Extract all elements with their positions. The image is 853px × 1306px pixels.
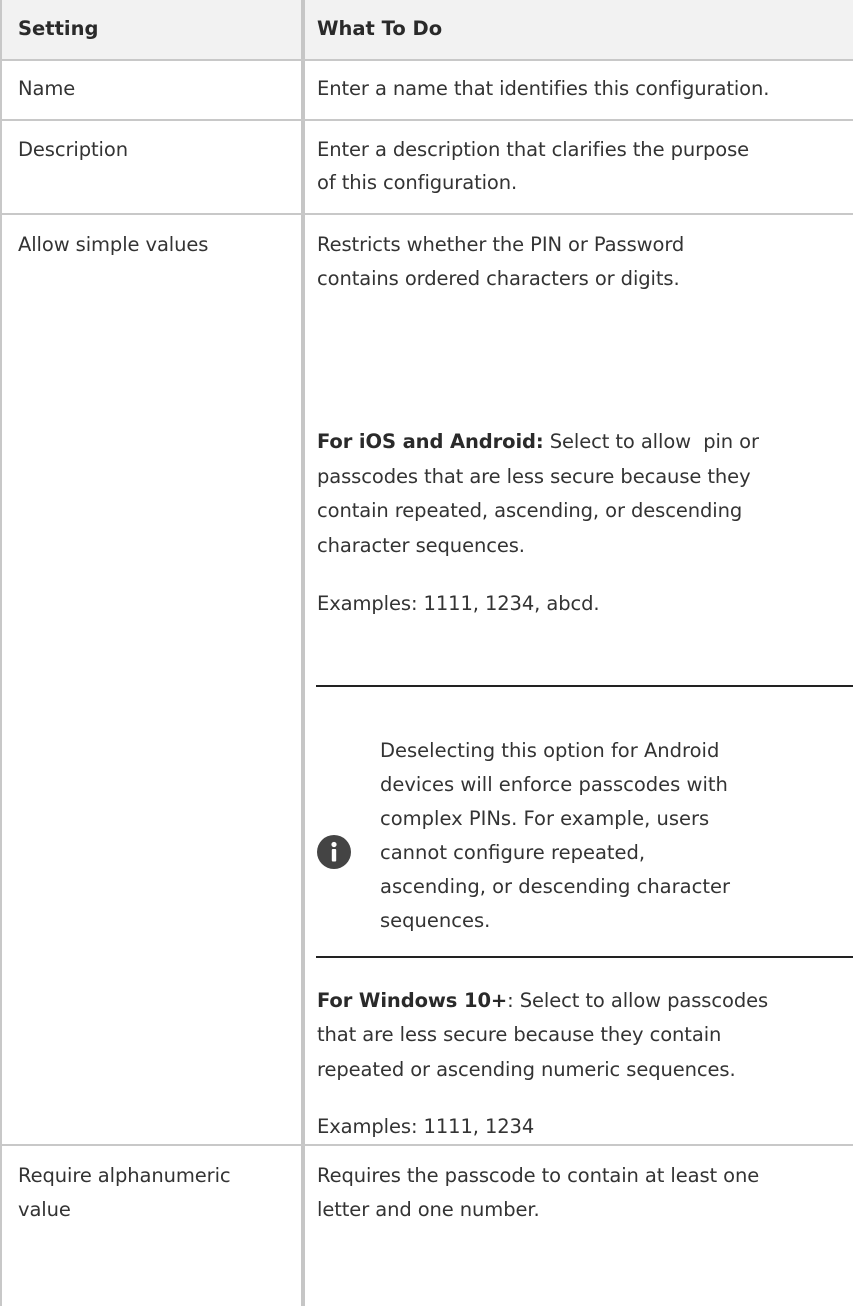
intro-line-2: contains ordered characters or digits. — [317, 267, 680, 290]
setting-name: Name — [18, 77, 76, 100]
note-line-2: devices will enforce passcodes with — [380, 773, 728, 796]
ios-android-text-line-2: passcodes that are less secure because t… — [317, 465, 751, 488]
windows-examples: Examples: 1111, 1234 — [317, 1115, 535, 1138]
ios-android-text-line-1: Select to allow pin or — [543, 430, 759, 453]
intro-line-1: Restricts whether the PIN or Password — [317, 233, 685, 256]
ios-android-label: For iOS and Android: — [317, 430, 544, 453]
note-line-1: Deselecting this option for Android — [380, 739, 720, 762]
ios-android-text-line-3: contain repeated, ascending, or descendi… — [317, 499, 743, 522]
table-left-border — [0, 0, 2, 1306]
row-divider-2 — [0, 213, 853, 215]
windows-text-line-2: that are less secure because they contai… — [317, 1023, 722, 1046]
windows-paragraph-line-1: For Windows 10+: Select to allow passcod… — [317, 985, 768, 1017]
what-name: Enter a name that identifies this config… — [317, 77, 770, 100]
what-description-line-1: Enter a description that clarifies the p… — [317, 138, 750, 161]
ios-android-text-line-4: character sequences. — [317, 534, 525, 557]
settings-table: Setting What To Do Name Enter a name tha… — [0, 0, 853, 1306]
column-header-what-to-do: What To Do — [317, 17, 443, 40]
header-bottom-rule — [0, 59, 853, 61]
setting-description: Description — [18, 138, 128, 161]
setting-allow-simple-values: Allow simple values — [18, 233, 209, 256]
what-require-alphanumeric-line-2: letter and one number. — [317, 1198, 540, 1221]
windows-text-line-3: repeated or ascending numeric sequences. — [317, 1058, 736, 1081]
note-line-5: ascending, or descending character — [380, 875, 730, 898]
note-bottom-rule — [316, 956, 853, 958]
windows-text-line-1: : Select to allow passcodes — [507, 989, 769, 1012]
note-line-6: sequences. — [380, 909, 491, 932]
windows-label: For Windows 10+ — [317, 989, 508, 1012]
column-header-setting: Setting — [18, 17, 99, 40]
row-divider-1 — [0, 119, 853, 121]
row-divider-3 — [0, 1144, 853, 1146]
setting-require-alphanumeric-line-2: value — [18, 1198, 71, 1221]
ios-android-paragraph-line-1: For iOS and Android: Select to allow pin… — [317, 426, 759, 458]
what-description-line-2: of this configuration. — [317, 171, 518, 194]
ios-android-examples: Examples: 1111, 1234, abcd. — [317, 592, 600, 615]
table-column-divider — [301, 0, 305, 1306]
note-top-rule — [316, 685, 853, 687]
info-icon — [317, 835, 351, 869]
note-line-3: complex PINs. For example, users — [380, 807, 710, 830]
what-require-alphanumeric-line-1: Requires the passcode to contain at leas… — [317, 1164, 760, 1187]
note-text: Deselecting this option for Android devi… — [380, 734, 850, 938]
note-line-4: cannot configure repeated, — [380, 841, 646, 864]
setting-require-alphanumeric-line-1: Require alphanumeric — [18, 1164, 231, 1187]
